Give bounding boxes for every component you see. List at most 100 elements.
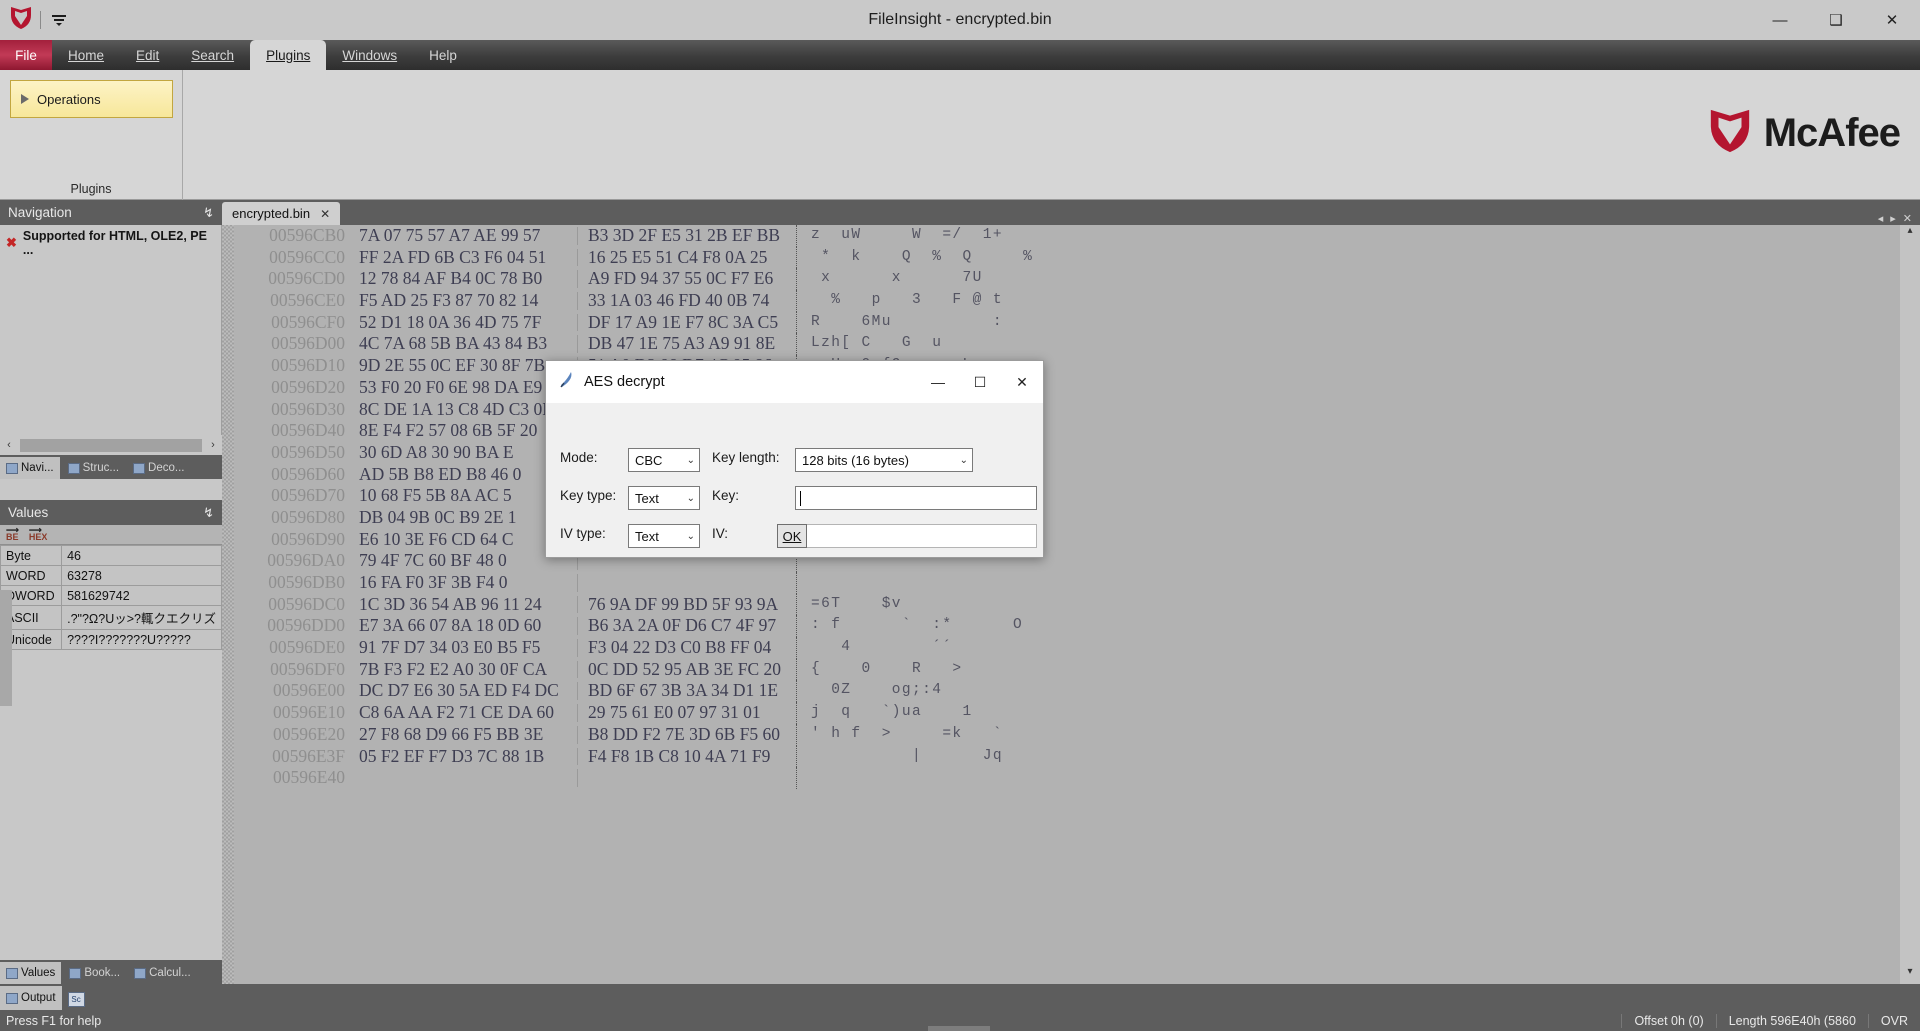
table-row[interactable]: Byte 46 xyxy=(0,545,222,566)
tab-windows[interactable]: Windows xyxy=(326,40,413,70)
hex-toggle[interactable]: ⟶ HEX xyxy=(29,525,48,542)
tab-prev-icon[interactable]: ◂ xyxy=(1878,212,1884,225)
hex-bytes-left[interactable]: 7B F3 F2 E2 A0 30 0F CA xyxy=(359,659,577,681)
hex-ascii[interactable]: { 0 R > xyxy=(796,658,1006,681)
hex-bytes-left[interactable]: FF 2A FD 6B C3 F6 04 51 xyxy=(359,247,577,269)
hex-vertical-scrollbar[interactable]: ▴ ▾ xyxy=(1900,225,1920,984)
hex-bytes-left[interactable]: 4C 7A 68 5B BA 43 84 B3 xyxy=(359,333,577,355)
hex-bytes-left[interactable]: F5 AD 25 F3 87 70 82 14 xyxy=(359,290,577,312)
hex-bytes-left[interactable]: 1C 3D 36 54 AB 96 11 24 xyxy=(359,594,577,616)
tab-plugins[interactable]: Plugins xyxy=(250,40,327,70)
hex-row[interactable]: 00596DB0 16 FA F0 3F 3B F4 0 xyxy=(234,572,1006,594)
hex-row[interactable]: 00596CE0 F5 AD 25 F3 87 70 82 14 33 1A 03 … xyxy=(234,290,1006,312)
tab-close-icon[interactable]: ✕ xyxy=(320,207,330,221)
dock-tab-calculator[interactable]: Calcul... xyxy=(128,962,197,984)
hex-bytes-left[interactable]: 27 F8 68 D9 66 F5 BB 3E xyxy=(359,724,577,746)
hex-bytes-left[interactable]: 91 7F D7 34 03 E0 B5 F5 xyxy=(359,637,577,659)
dialog-maximize-button[interactable]: ☐ xyxy=(959,361,1001,403)
tab-search[interactable]: Search xyxy=(175,40,250,70)
hex-ascii[interactable]: =6T $v xyxy=(796,593,1006,616)
hex-row[interactable]: 00596D00 4C 7A 68 5B BA 43 84 B3 DB 47 1E … xyxy=(234,333,1006,356)
tab-home[interactable]: Home xyxy=(52,40,120,70)
hex-bytes-right[interactable] xyxy=(578,767,796,789)
hex-bytes-left[interactable]: 52 D1 18 0A 36 4D 75 7F xyxy=(359,312,577,334)
key-input[interactable] xyxy=(795,486,1037,510)
hex-row[interactable]: 00596DC0 1C 3D 36 54 AB 96 11 24 76 9A DF … xyxy=(234,593,1006,616)
hex-bytes-right[interactable]: 0C DD 52 95 AB 3E FC 20 xyxy=(578,659,796,681)
hex-bytes-right[interactable]: B3 3D 2F E5 31 2B EF BB xyxy=(578,225,796,247)
hex-ascii[interactable]: R 6Mu : xyxy=(796,311,1006,334)
hex-ascii[interactable]: Lzh[ C G u xyxy=(796,333,1006,356)
scroll-right-icon[interactable]: › xyxy=(204,439,222,451)
hex-ascii[interactable]: % p 3 F @ t xyxy=(796,290,1006,312)
hex-row[interactable]: 00596E00 DC D7 E6 30 5A ED F4 DC BD 6F 67 … xyxy=(234,680,1006,703)
iv-type-select[interactable]: Text ⌄ xyxy=(628,524,700,548)
table-row[interactable]: WORD 63278 xyxy=(0,565,222,586)
hex-bytes-left[interactable]: 12 78 84 AF B4 0C 78 B0 xyxy=(359,268,577,290)
tab-next-icon[interactable]: ▸ xyxy=(1890,212,1896,225)
hex-ascii[interactable]: * k Q % Q % xyxy=(796,246,1032,269)
hex-bytes-right[interactable]: BD 6F 67 3B 3A 34 D1 1E xyxy=(578,680,796,702)
table-row[interactable]: ASCII .?"?Ω?Uッ>?輒クエクリズ xyxy=(0,605,222,630)
hex-row[interactable]: 00596CB0 7A 07 75 57 A7 AE 99 57 B3 3D 2F … xyxy=(234,225,1006,247)
hex-row[interactable]: 00596DE0 91 7F D7 34 03 E0 B5 F5 F3 04 22 … xyxy=(234,637,1006,659)
dock-tab-decoder[interactable]: Deco... xyxy=(127,457,190,479)
hex-editor-pane[interactable]: 00596CB0 7A 07 75 57 A7 AE 99 57 B3 3D 2F … xyxy=(222,225,1900,984)
customize-toolbar-icon[interactable] xyxy=(49,10,69,30)
tab-edit[interactable]: Edit xyxy=(120,40,175,70)
close-x-icon[interactable]: ✖ xyxy=(6,235,17,251)
ok-button[interactable]: OK xyxy=(777,524,807,548)
status-overwrite-mode[interactable]: OVR xyxy=(1867,1013,1920,1028)
hex-bytes-right[interactable]: B8 DD F2 7E 3D 6B F5 60 xyxy=(578,724,796,746)
dock-tab-structure[interactable]: Struc... xyxy=(62,457,125,479)
hex-ascii[interactable]: 4 ´´ xyxy=(796,637,1006,659)
hex-row[interactable]: 00596E40 xyxy=(234,767,1006,789)
hex-ascii[interactable]: 0Z og;:4 xyxy=(796,680,1006,703)
scroll-up-icon[interactable]: ▴ xyxy=(1900,225,1920,243)
dialog-minimize-button[interactable]: — xyxy=(917,361,959,403)
hex-row[interactable]: 00596CD0 12 78 84 AF B4 0C 78 B0 A9 FD 94 … xyxy=(234,268,1006,291)
hex-row[interactable]: 00596DF0 7B F3 F2 E2 A0 30 0F CA 0C DD 52 … xyxy=(234,658,1006,681)
menu-file[interactable]: File xyxy=(0,40,52,70)
dock-tab-bookmarks[interactable]: Book... xyxy=(63,962,126,984)
hex-bytes-left[interactable]: E7 3A 66 07 8A 18 0D 60 xyxy=(359,615,577,637)
hex-bytes-left[interactable]: 05 F2 EF F7 D3 7C 88 1B xyxy=(359,746,577,768)
hex-bytes-right[interactable]: F3 04 22 D3 C0 B8 FF 04 xyxy=(578,637,796,659)
hex-ascii[interactable] xyxy=(796,572,1006,594)
hex-bytes-left[interactable]: C8 6A AA F2 71 CE DA 60 xyxy=(359,702,577,724)
hex-ascii[interactable]: x x 7U xyxy=(796,268,1006,291)
hex-row[interactable]: 00596CC0 FF 2A FD 6B C3 F6 04 51 16 25 E5 … xyxy=(234,246,1032,269)
hex-bytes-right[interactable]: 29 75 61 E0 07 97 31 01 xyxy=(578,702,796,724)
hex-ascii[interactable]: j q `)ua 1 xyxy=(796,702,1006,724)
hex-bytes-left[interactable] xyxy=(359,767,577,789)
scroll-left-icon[interactable]: ‹ xyxy=(0,439,18,451)
hex-ascii[interactable]: | Jq xyxy=(796,745,1006,768)
hex-ascii[interactable]: : f ` :* O xyxy=(796,615,1022,638)
navigation-hscrollbar[interactable]: ‹ › xyxy=(0,435,222,455)
hex-row[interactable]: 00596E10 C8 6A AA F2 71 CE DA 60 29 75 61 … xyxy=(234,702,1006,724)
hex-bytes-right[interactable]: 33 1A 03 46 FD 40 0B 74 xyxy=(578,290,796,312)
mode-select[interactable]: CBC ⌄ xyxy=(628,448,700,472)
table-row[interactable]: DWORD 581629742 xyxy=(0,585,222,606)
key-length-select[interactable]: 128 bits (16 bytes) ⌄ xyxy=(795,448,973,472)
values-pin-icon[interactable]: ↯ xyxy=(203,505,214,521)
hex-bytes-right[interactable]: DF 17 A9 1E F7 8C 3A C5 xyxy=(578,312,796,334)
pin-icon[interactable]: ↯ xyxy=(203,205,214,221)
minimize-button[interactable]: — xyxy=(1752,0,1808,40)
dock-tab-output[interactable]: Output xyxy=(0,986,62,1010)
hex-bytes-left[interactable]: 16 FA F0 3F 3B F4 0 xyxy=(359,572,577,594)
dialog-close-button[interactable]: ✕ xyxy=(1001,361,1043,403)
hex-bytes-left[interactable]: DC D7 E6 30 5A ED F4 DC xyxy=(359,680,577,702)
hex-bytes-right[interactable]: 76 9A DF 99 BD 5F 93 9A xyxy=(578,594,796,616)
hscroll-thumb[interactable] xyxy=(20,438,202,452)
hex-bytes-right[interactable]: DB 47 1E 75 A3 A9 91 8E xyxy=(578,333,796,355)
script-icon[interactable]: Sc xyxy=(67,992,85,1007)
hex-row[interactable]: 00596E20 27 F8 68 D9 66 F5 BB 3E B8 DD F2 … xyxy=(234,723,1006,746)
byte-order-toggle[interactable]: ⟶ BE xyxy=(6,525,19,542)
key-type-select[interactable]: Text ⌄ xyxy=(628,486,700,510)
navigation-item-supported[interactable]: ✖ Supported for HTML, OLE2, PE ... xyxy=(0,225,221,261)
hex-bytes-right[interactable]: A9 FD 94 37 55 0C F7 E6 xyxy=(578,268,796,290)
dock-tab-values[interactable]: Values xyxy=(0,962,62,984)
iv-input[interactable] xyxy=(795,524,1037,548)
hex-bytes-right[interactable]: B6 3A 2A 0F D6 C7 4F 97 xyxy=(578,615,796,637)
